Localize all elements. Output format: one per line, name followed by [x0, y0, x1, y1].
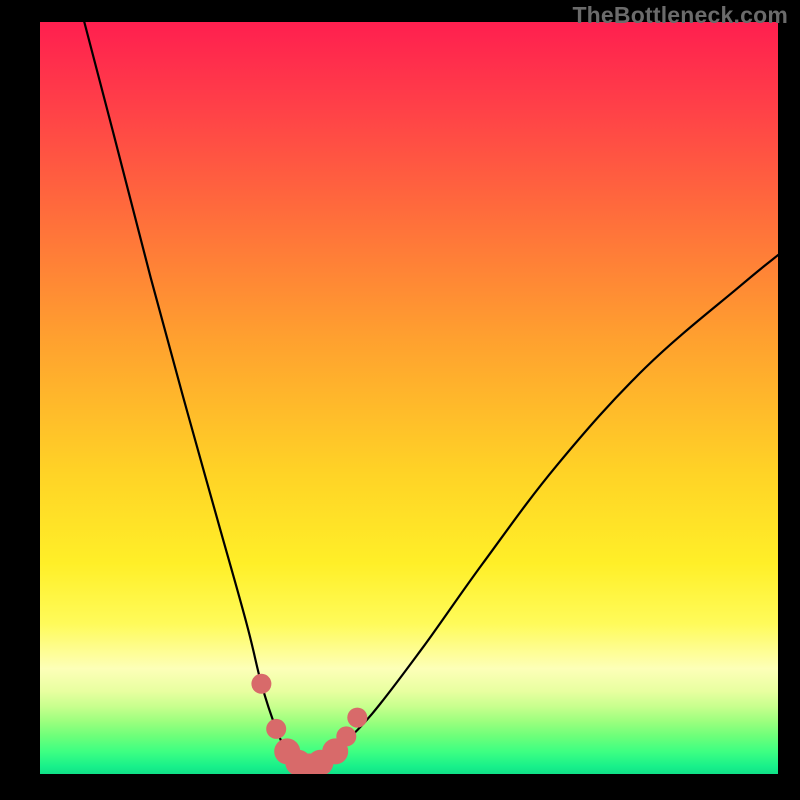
- highlight-markers: [251, 674, 367, 774]
- highlight-marker: [347, 708, 367, 728]
- watermark-text: TheBottleneck.com: [572, 2, 788, 29]
- highlight-marker: [336, 726, 356, 746]
- highlight-marker: [266, 719, 286, 739]
- chart-svg: [40, 22, 778, 774]
- highlight-marker: [251, 674, 271, 694]
- plot-area: [40, 22, 778, 774]
- bottleneck-curve: [84, 22, 778, 767]
